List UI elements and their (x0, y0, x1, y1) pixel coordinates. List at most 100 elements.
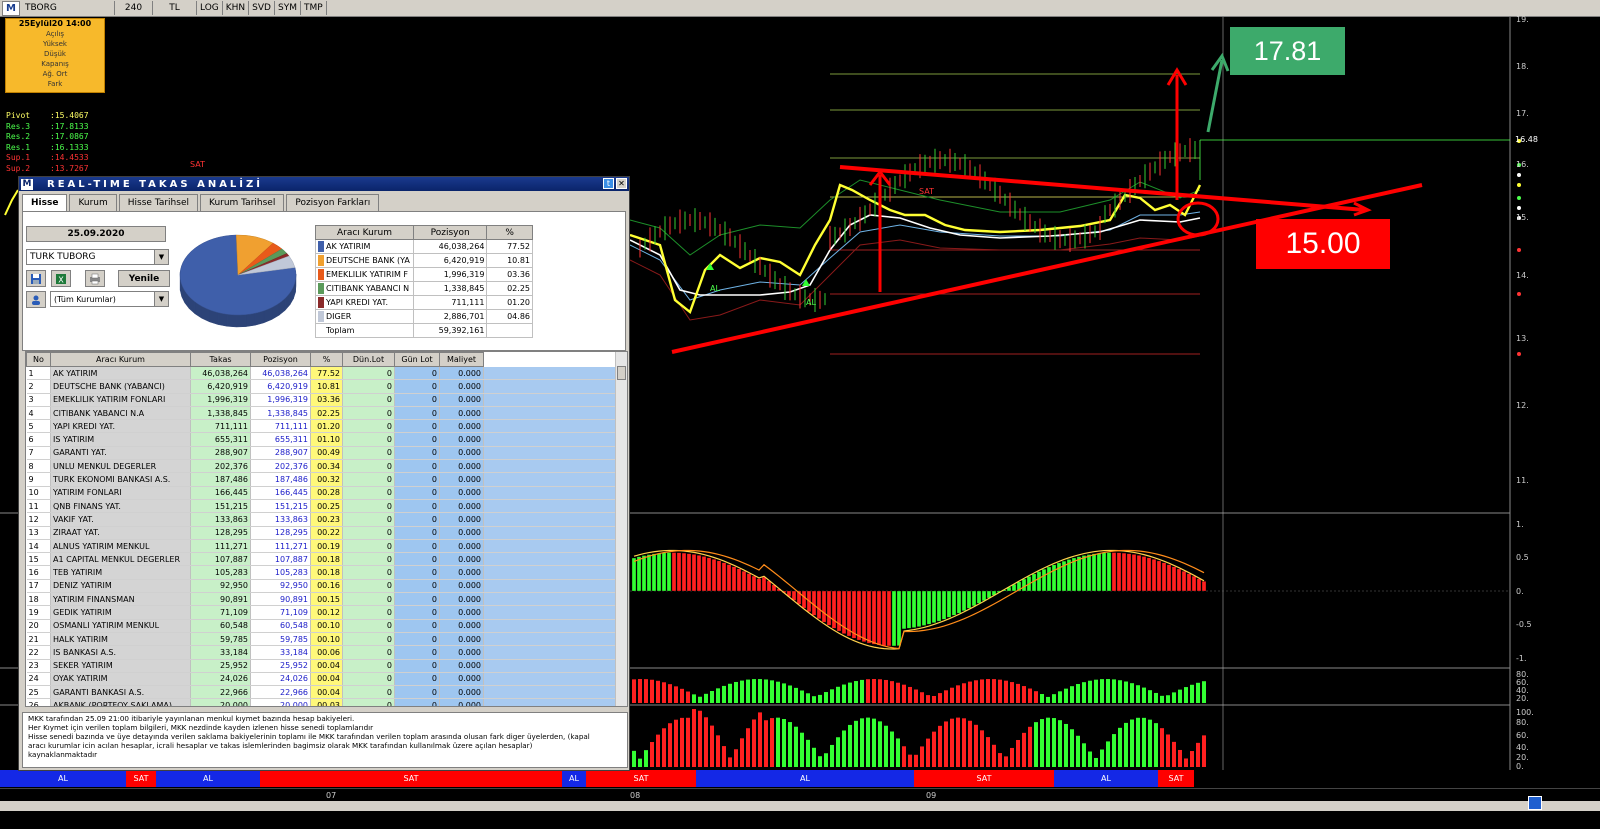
table-row[interactable]: 3 EMEKLILIK YATIRIM FONLARI 1,996,319 1,996… (26, 393, 618, 407)
kurum-filter-select[interactable]: (Tüm Kurumlar) ▼ (50, 291, 169, 307)
volume-bar (686, 691, 690, 703)
table-row[interactable]: 16 TEB YATIRIM 105,283 105,283 00.18 0 0 0.000 (26, 565, 618, 580)
signal-sat: SAT (260, 770, 562, 787)
volume-bar (692, 709, 696, 767)
summary-header[interactable]: Pozisyon (412, 225, 488, 240)
print-button[interactable] (85, 270, 105, 287)
chart-horizontal-scrollbar[interactable] (0, 801, 1600, 811)
volume-bar (1166, 695, 1170, 703)
period-field[interactable]: 240 (115, 1, 153, 15)
table-row[interactable]: 14 ALNUS YATIRIM MENKUL 111,271 111,271 00.1… (26, 539, 618, 554)
summary-row[interactable]: EMEKLILIK YATIRIM F 1,996,319 03.36 (315, 267, 533, 282)
grid-header-filler (483, 352, 618, 367)
grid-cell-takas: 111,271 (190, 539, 251, 554)
grid-cell-filler (483, 446, 618, 461)
table-row[interactable]: 22 IS BANKASI A.S. 33,184 33,184 00.06 0 0 0.00… (26, 645, 618, 660)
table-row[interactable]: 15 A1 CAPITAL MENKUL DEGERLER 107,887 107,8… (26, 552, 618, 567)
grid-cell-gun-lot: 0 (394, 685, 440, 700)
volume-bar (884, 725, 888, 767)
volume-bar (986, 737, 990, 767)
khn-button[interactable]: KHN (223, 1, 250, 15)
svd-button[interactable]: SVD (249, 1, 275, 15)
currency-field[interactable]: TL (153, 1, 197, 15)
log-button[interactable]: LOG (197, 1, 223, 15)
summary-row[interactable]: DIGER 2,886,701 04.86 (315, 309, 533, 324)
grid-header[interactable]: Gün Lot (394, 352, 440, 367)
tab-pozisyon-farklari[interactable]: Pozisyon Farkları (286, 194, 380, 211)
table-row[interactable]: 17 DENIZ YATIRIM 92,950 92,950 00.16 0 0 0.000 (26, 579, 618, 594)
table-row[interactable]: 18 YATIRIM FINANSMAN 90,891 90,891 00.15 0 0 0.… (26, 592, 618, 607)
grid-cell-takas: 202,376 (190, 459, 251, 474)
summary-row[interactable]: DEUTSCHE BANK (YA 6,420,919 10.81 (315, 253, 533, 268)
grid-cell-gun-lot: 0 (394, 659, 440, 673)
summary-row[interactable]: CITIBANK YABANCI N 1,338,845 02.25 (315, 281, 533, 296)
osc-bar (881, 590, 887, 646)
grid-cell-maliyet: 0.000 (439, 512, 484, 527)
table-row[interactable]: 4 CITIBANK YABANCI N.A 1,338,845 1,338,845 0… (26, 406, 618, 421)
tab-kurum-tarihsel[interactable]: Kurum Tarihsel (199, 194, 285, 211)
table-row[interactable]: 21 HALK YATIRIM 59,785 59,785 00.10 0 0 0.000 (26, 632, 618, 647)
symbol-field[interactable]: TBORG (20, 1, 115, 15)
osc-bar (766, 580, 772, 592)
grid-header[interactable]: Dün.Lot (342, 352, 395, 367)
scrollbar-thumb[interactable] (617, 366, 626, 380)
grid-header[interactable]: % (310, 352, 343, 367)
grid-cell-pct: 01.20 (310, 419, 343, 434)
table-row[interactable]: 26 AKBANK (PORTFOY SAKLAMA) 20,000 20,000 00… (26, 698, 618, 706)
volume-bar (1196, 742, 1200, 767)
summary-row[interactable]: YAPI KREDI YAT. 711,111 01.20 (315, 295, 533, 310)
tmp-button[interactable]: TMP (301, 1, 327, 15)
table-row[interactable]: 10 YATIRIM FONLARI 166,445 166,445 00.28 0 0 0.… (26, 486, 618, 500)
table-row[interactable]: 6 IS YATIRIM 655,311 655,311 01.10 0 0 0.000 (26, 432, 618, 447)
summary-header[interactable]: % (486, 225, 533, 240)
table-row[interactable]: 2 DEUTSCHE BANK (YABANCI) 6,420,919 6,420,9… (26, 379, 618, 394)
refresh-button[interactable]: Yenile (118, 270, 170, 287)
stock-select[interactable]: TURK TUBORG ▼ (26, 249, 169, 265)
broker-grid[interactable]: No Aracı Kurum Takas Pozisyon% Dün.Lot Gün Lo… (25, 351, 628, 707)
table-row[interactable]: 19 GEDIK YATIRIM 71,109 71,109 00.12 0 0 0.000 (26, 605, 618, 620)
grid-header[interactable]: Maliyet (439, 352, 484, 367)
table-row[interactable]: 13 ZIRAAT YAT. 128,295 128,295 00.22 0 0 0.000 (26, 526, 618, 540)
grid-cell-kurum: DEUTSCHE BANK (YABANCI) (50, 379, 191, 394)
table-row[interactable]: 8 UNLU MENKUL DEGERLER 202,376 202,376 00.34… (26, 459, 618, 474)
summary-row[interactable]: AK YATIRIM 46,038,264 77.52 (315, 239, 533, 254)
chevron-down-icon[interactable]: ▼ (154, 250, 168, 264)
grid-header[interactable]: Takas (190, 352, 251, 367)
excel-button[interactable]: X (51, 270, 71, 287)
table-row[interactable]: 20 OSMANLI YATIRIM MENKUL 60,548 60,548 00.1… (26, 619, 618, 633)
grid-header[interactable]: No (26, 352, 51, 367)
table-row[interactable]: 7 GARANTI YAT. 288,907 288,907 00.49 0 0 0.000 (26, 446, 618, 461)
table-row[interactable]: 11 QNB FINANS YAT. 151,215 151,215 00.25 0 0 0.… (26, 499, 618, 514)
table-row[interactable]: 5 YAPI KREDI YAT. 711,111 711,111 01.20 0 0 0.0… (26, 419, 618, 434)
sym-button[interactable]: SYM (275, 1, 301, 15)
twitter-icon[interactable]: t (603, 178, 614, 189)
grid-cell-maliyet: 0.000 (439, 472, 484, 487)
app-logo-icon[interactable]: M (2, 0, 20, 16)
table-row[interactable]: 24 OYAK YATIRIM 24,026 24,026 00.04 0 0 0.000 (26, 672, 618, 687)
dialog-title-bar[interactable]: M REAL-TIME TAKAS ANALİZİ t ✕ (19, 177, 629, 191)
grid-cell-takas: 59,785 (190, 632, 251, 647)
users-button[interactable] (26, 291, 46, 308)
chevron-down-icon[interactable]: ▼ (154, 292, 168, 306)
grid-vertical-scrollbar[interactable] (615, 352, 627, 706)
grid-cell-dun-lot: 0 (342, 366, 395, 381)
tab-hisse[interactable]: Hisse (22, 194, 68, 211)
table-row[interactable]: 23 SEKER YATIRIM 25,952 25,952 00.04 0 0 0.000 (26, 659, 618, 673)
tab-kurum[interactable]: Kurum (69, 194, 117, 211)
save-button[interactable] (26, 270, 46, 287)
tab-hisse-tarihsel[interactable]: Hisse Tarihsel (118, 194, 198, 211)
refresh-icon[interactable] (1528, 796, 1542, 810)
osc-bar (676, 552, 682, 592)
grid-header[interactable]: Aracı Kurum (50, 352, 191, 367)
table-row[interactable]: 1 AK YATIRIM 46,038,264 46,038,264 77.52 0 0 0.… (26, 366, 618, 381)
table-row[interactable]: 9 TURK EKONOMI BANKASI A.S. 187,486 187,486… (26, 472, 618, 487)
date-field[interactable]: 25.09.2020 (26, 226, 166, 242)
close-icon[interactable]: ✕ (616, 178, 627, 189)
summary-header[interactable]: Aracı Kurum (315, 225, 414, 240)
volume-bar (722, 746, 726, 767)
grid-cell-pozisyon: 71,109 (250, 605, 311, 620)
table-row[interactable]: 25 GARANTI BANKASI A.S. 22,966 22,966 00.04 0… (26, 685, 618, 700)
grid-header[interactable]: Pozisyon (250, 352, 311, 367)
osc-bar (1071, 557, 1077, 592)
table-row[interactable]: 12 VAKIF YAT. 133,863 133,863 00.23 0 0 0.000 (26, 512, 618, 527)
